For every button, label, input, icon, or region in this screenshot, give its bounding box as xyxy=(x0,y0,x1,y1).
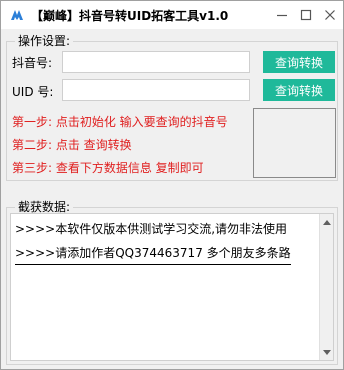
douyin-input[interactable] xyxy=(62,51,250,73)
scroll-down-icon[interactable] xyxy=(320,345,333,359)
douyin-label: 抖音号: xyxy=(12,56,53,70)
close-icon[interactable] xyxy=(319,5,341,25)
operations-legend: 操作设置: xyxy=(15,34,74,48)
scroll-up-icon[interactable] xyxy=(320,215,333,229)
captured-data-group: 截获数据: >>>>本软件仅版本供测试学习交流,请勿非法使用 >>>>请添加作者… xyxy=(6,200,338,365)
vertical-scrollbar[interactable] xyxy=(319,214,333,360)
operations-group: 操作设置: 抖音号: 查询转换 UID 号: 查询转换 第一步: 点击初始化 输… xyxy=(6,34,338,181)
aa-logo-icon xyxy=(9,7,25,23)
window-title: 【巅峰】抖音号转UID拓客工具v1.0 xyxy=(31,9,229,23)
log-textarea[interactable]: >>>>本软件仅版本供测试学习交流,请勿非法使用 >>>>请添加作者QQ3744… xyxy=(10,213,334,361)
uid-label: UID 号: xyxy=(12,85,54,99)
step-two-text: 第二步: 点击 查询转换 xyxy=(12,138,132,152)
app-window: 【巅峰】抖音号转UID拓客工具v1.0 操作设置: 抖音号: 查询转换 UID … xyxy=(0,0,344,370)
log-line: >>>>请添加作者QQ374463717 多个朋友多条路 xyxy=(15,244,291,265)
uid-input[interactable] xyxy=(62,79,250,101)
log-line: >>>>本软件仅版本供测试学习交流,请勿非法使用 xyxy=(15,222,288,236)
preview-box xyxy=(253,108,336,178)
maximize-icon[interactable] xyxy=(295,5,317,25)
step-three-text: 第三步: 查看下方数据信息 复制即可 xyxy=(12,161,204,175)
minimize-icon[interactable] xyxy=(271,5,293,25)
query-convert-button-2[interactable]: 查询转换 xyxy=(263,79,335,101)
step-one-text: 第一步: 点击初始化 输入要查询的抖音号 xyxy=(12,115,228,129)
title-bar[interactable]: 【巅峰】抖音号转UID拓客工具v1.0 xyxy=(1,1,343,29)
captured-data-legend: 截获数据: xyxy=(15,200,74,214)
query-convert-button-1[interactable]: 查询转换 xyxy=(263,51,335,73)
